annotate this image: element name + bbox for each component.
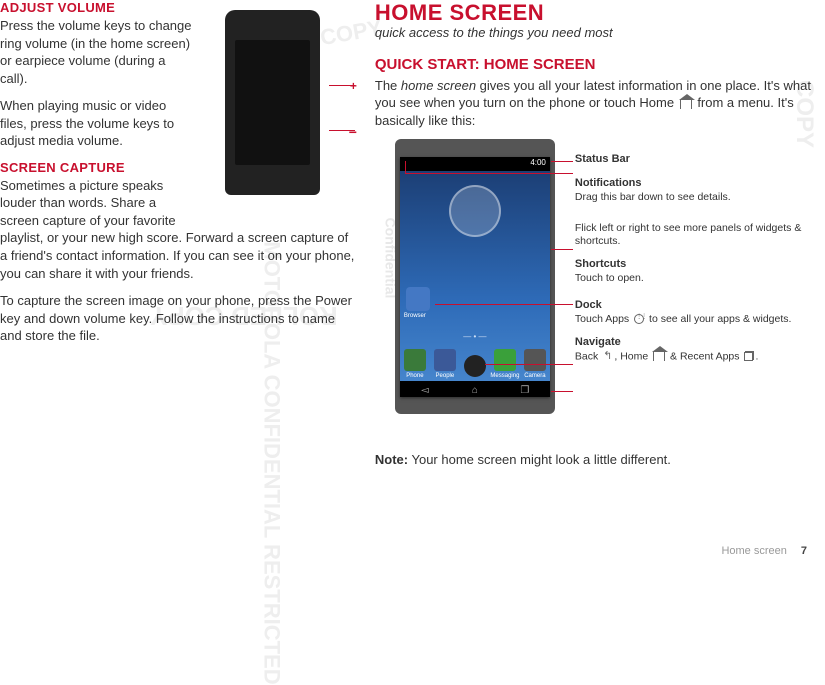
dock: Phone People Messaging Camera [400, 343, 550, 379]
body-text: To capture the screen image on your phon… [0, 292, 355, 345]
home-nav-icon: ⌂ [469, 385, 481, 393]
back-nav-icon: ◅ [419, 385, 431, 393]
volume-down-indicator: − [349, 124, 357, 140]
callout-status-bar: Status Bar [575, 153, 805, 167]
home-screen-title: HOME SCREEN [375, 0, 815, 26]
page-indicator: — • — [400, 332, 550, 341]
back-icon: ↰ [603, 350, 612, 364]
callout-notifications: NotificationsDrag this bar down to see d… [575, 177, 805, 204]
home-icon [653, 351, 665, 361]
callout-navigate: NavigateBack ↰, Home & Recent Apps . [575, 336, 805, 364]
apps-icon [634, 314, 644, 324]
phone-app-icon [404, 349, 426, 371]
browser-shortcut-label: Browser [404, 313, 426, 319]
callout-dock: DockTouch Apps to see all your apps & wi… [575, 299, 805, 326]
apps-button-icon [464, 355, 486, 377]
browser-shortcut-icon [406, 287, 430, 311]
messaging-app-icon [494, 349, 516, 371]
note-text: Note: Your home screen might look a litt… [375, 451, 815, 469]
status-bar: 4:00 [400, 157, 550, 171]
recent-apps-icon [744, 352, 753, 361]
clock-widget [449, 185, 501, 237]
volume-key-illustration: + − [205, 0, 355, 210]
volume-up-indicator: + [350, 79, 357, 93]
subtitle: quick access to the things you need most [375, 24, 815, 42]
people-app-icon [434, 349, 456, 371]
callout-shortcuts: ShortcutsTouch to open. [575, 258, 805, 285]
home-icon [680, 99, 692, 109]
recent-nav-icon: ❐ [519, 385, 531, 393]
camera-app-icon [524, 349, 546, 371]
navigation-bar: ◅ ⌂ ❐ [400, 381, 550, 397]
body-text: The home screen gives you all your lates… [375, 77, 815, 130]
quick-start-heading: QUICK START: HOME SCREEN [375, 56, 815, 73]
callout-panels: Flick left or right to see more panels o… [575, 222, 805, 248]
home-screen-diagram: 4:00 Browser — • — Phone People Messagin… [375, 139, 815, 439]
